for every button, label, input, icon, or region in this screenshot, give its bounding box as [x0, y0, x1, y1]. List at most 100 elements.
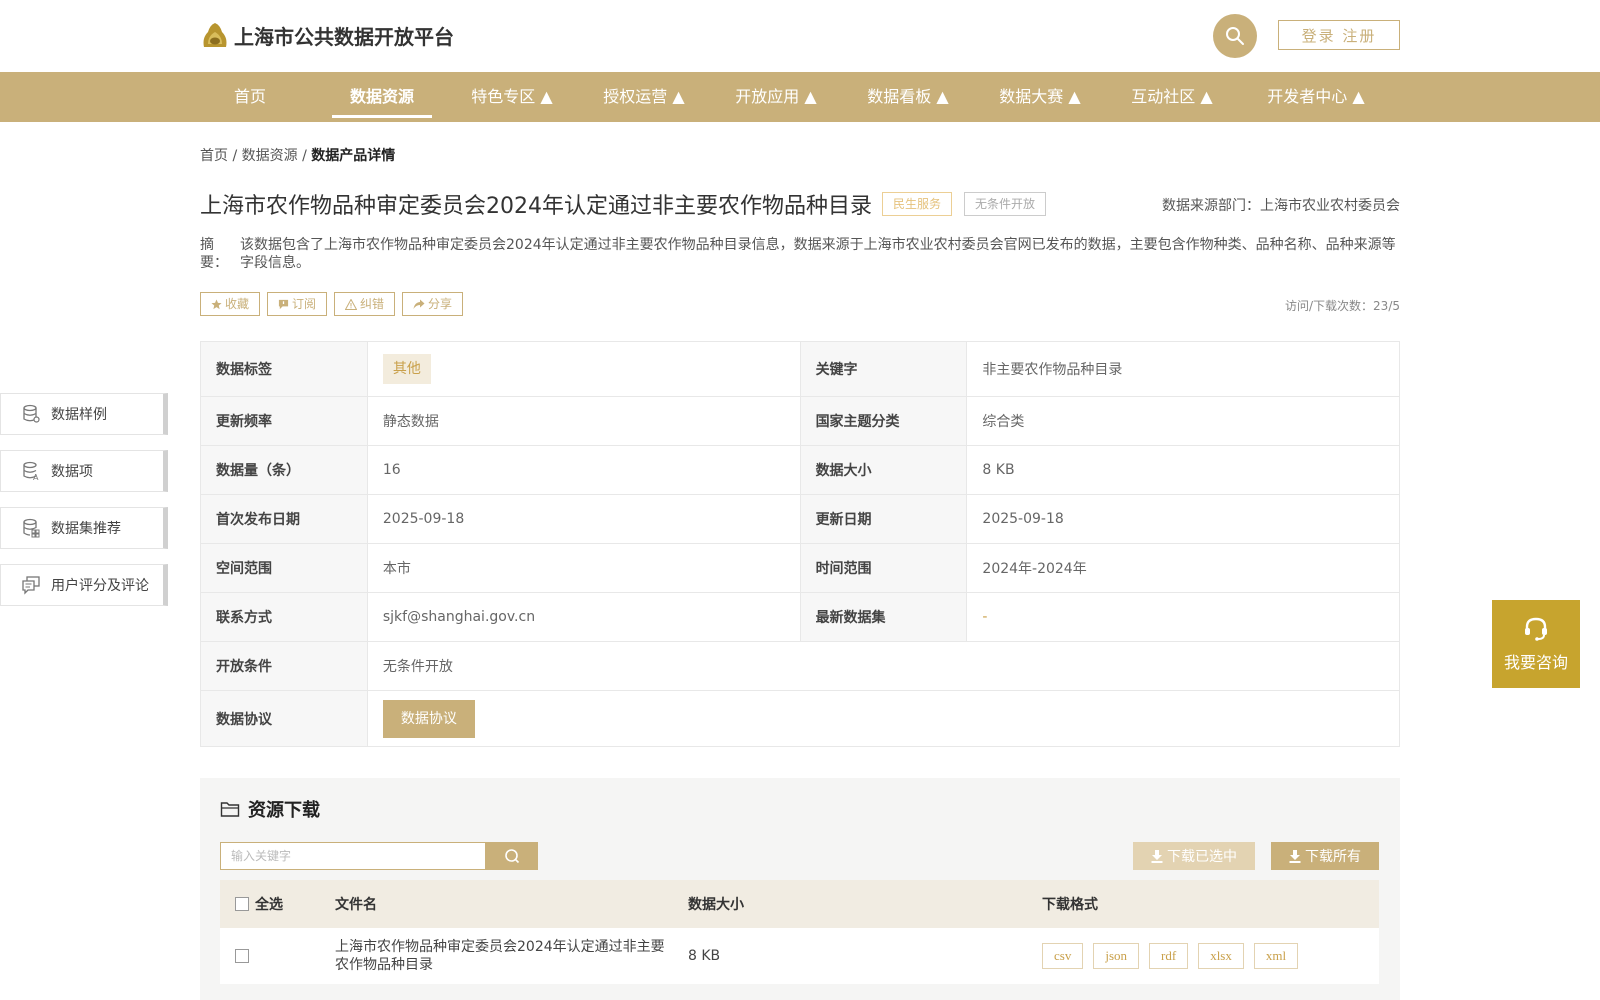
table-row: 数据标签 其他 关键字 非主要农作物品种目录	[200, 341, 1400, 397]
consult-button[interactable]: 我要咨询	[1492, 600, 1580, 688]
svg-text:A: A	[33, 473, 39, 481]
visit-download-count: 访问/下载次数：23/5	[1285, 299, 1400, 313]
keyword-search-input[interactable]: 输入关键字	[220, 842, 486, 870]
info-value: 非主要农作物品种目录	[966, 341, 1400, 397]
source-department: 数据来源部门：上海市农业农村委员会	[1162, 198, 1400, 214]
info-value: 无条件开放	[366, 641, 1401, 691]
column-header-data-size: 数据大小	[688, 897, 744, 913]
data-protocol-button[interactable]: 数据协议	[382, 699, 475, 738]
info-key: 首次发布日期	[200, 494, 368, 544]
breadcrumb-current: 数据产品详情	[311, 148, 396, 164]
nav-item-open-apps[interactable]: 开放应用 ▲	[726, 72, 826, 122]
nav-item-community[interactable]: 互动社区 ▲	[1122, 72, 1222, 122]
column-header-format: 下载格式	[1042, 897, 1098, 913]
info-key: 数据协议	[200, 690, 368, 747]
comment-icon	[22, 576, 40, 595]
format-csv-button[interactable]: csv	[1042, 943, 1084, 969]
nav-item-data-resources[interactable]: 数据资源	[332, 72, 432, 122]
sidebar-item-label: 数据样例	[51, 407, 107, 423]
data-fields-icon: A	[23, 461, 39, 481]
latest-dataset-link[interactable]: -	[982, 609, 987, 625]
favorite-label: 收藏	[225, 297, 250, 311]
sidebar-item-dataset-recommend[interactable]: 数据集推荐	[0, 507, 168, 549]
info-key: 更新频率	[200, 396, 368, 446]
site-logo[interactable]: 上海市公共数据开放平台	[200, 20, 454, 50]
info-key: 数据量（条）	[200, 445, 368, 495]
consult-label: 我要咨询	[1503, 653, 1568, 672]
file-table-header: 全选 文件名 数据大小 下载格式	[220, 880, 1379, 928]
nav-item-contest[interactable]: 数据大赛 ▲	[990, 72, 1090, 122]
share-icon	[413, 299, 425, 309]
column-header-select-all: 全选	[255, 897, 283, 913]
download-selected-label: 下载已选中	[1167, 849, 1237, 865]
subscribe-button[interactable]: 订阅	[267, 292, 328, 316]
download-selected-button[interactable]: 下载已选中	[1133, 842, 1255, 870]
open-type-badge: 无条件开放	[964, 192, 1047, 216]
info-value: 2024年-2024年	[966, 543, 1400, 593]
nav-item-home[interactable]: 首页	[200, 72, 300, 122]
sidebar-item-label: 数据项	[51, 464, 93, 480]
share-label: 分享	[428, 297, 453, 311]
dataset-abstract: 摘 要： 该数据包含了上海市农作物品种审定委员会2024年认定通过非主要农作物品…	[200, 236, 1400, 272]
abstract-text: 该数据包含了上海市农作物品种审定委员会2024年认定通过非主要农作物品种目录信息…	[240, 237, 1396, 271]
info-key: 更新日期	[799, 494, 968, 544]
subscribe-icon	[278, 299, 289, 309]
file-name: 上海市农作物品种审定委员会2024年认定通过非主要农作物品种目录	[335, 939, 665, 973]
star-icon	[211, 298, 222, 309]
format-json-button[interactable]: json	[1093, 943, 1140, 969]
site-title: 上海市公共数据开放平台	[234, 24, 454, 49]
nav-item-developer[interactable]: 开发者中心 ▲	[1254, 72, 1378, 122]
nav-item-special-zone[interactable]: 特色专区 ▲	[462, 72, 562, 122]
breadcrumb-resources[interactable]: 数据资源	[242, 148, 298, 164]
login-register-button[interactable]: 登录 注册	[1278, 20, 1400, 50]
share-button[interactable]: 分享	[402, 292, 464, 316]
table-row: 数据协议 数据协议	[200, 690, 1401, 747]
select-all-cell: 全选	[235, 880, 283, 928]
format-xml-button[interactable]: xml	[1253, 943, 1299, 969]
info-value: 2025-09-18	[366, 494, 801, 544]
dataset-title-row: 上海市农作物品种审定委员会2024年认定通过非主要农作物品种目录 民生服务 无条…	[200, 188, 1047, 220]
sidebar-item-data-sample[interactable]: 数据样例	[0, 393, 168, 435]
download-icon	[1289, 849, 1301, 863]
info-key: 开放条件	[200, 641, 368, 691]
abstract-label: 摘 要：	[200, 237, 228, 271]
info-key: 国家主题分类	[799, 396, 968, 446]
table-row: 首次发布日期 2025-09-18 更新日期 2025-09-18	[200, 494, 1400, 544]
page-title: 上海市农作物品种审定委员会2024年认定通过非主要农作物品种目录	[200, 194, 872, 219]
dataset-recommend-icon	[23, 518, 40, 538]
category-badge: 民生服务	[882, 192, 953, 216]
format-rdf-button[interactable]: rdf	[1149, 943, 1189, 969]
subscribe-label: 订阅	[292, 297, 317, 311]
nav-item-authorized-ops[interactable]: 授权运营 ▲	[594, 72, 694, 122]
info-value: 本市	[366, 543, 801, 593]
main-nav: 首页 数据资源 特色专区 ▲ 授权运营 ▲ 开放应用 ▲ 数据看板 ▲ 数据大赛…	[0, 72, 1600, 122]
keyword-search-button[interactable]	[486, 842, 538, 870]
info-value: 8 KB	[966, 445, 1400, 495]
breadcrumb: 首页 / 数据资源 / 数据产品详情	[200, 145, 395, 165]
format-list: csv json rdf xlsx xml	[1042, 928, 1308, 984]
breadcrumb-home[interactable]: 首页	[200, 148, 228, 164]
row-checkbox[interactable]	[235, 949, 249, 963]
format-xlsx-button[interactable]: xlsx	[1198, 943, 1244, 969]
info-key: 数据标签	[200, 341, 368, 397]
select-all-checkbox[interactable]	[235, 897, 249, 911]
header-search-button[interactable]	[1213, 14, 1257, 58]
info-key: 最新数据集	[799, 592, 968, 642]
nav-item-dashboard[interactable]: 数据看板 ▲	[858, 72, 958, 122]
correct-error-button[interactable]: 纠错	[334, 292, 396, 316]
download-icon	[1151, 849, 1163, 863]
correct-error-label: 纠错	[360, 297, 385, 311]
dataset-info-table: 数据标签 其他 关键字 非主要农作物品种目录 更新频率 静态数据 国家主题分类 …	[200, 341, 1401, 747]
column-header-file-name: 文件名	[335, 897, 377, 913]
site-header: 上海市公共数据开放平台 登录 注册	[0, 0, 1600, 72]
info-value-cell: 其他	[366, 341, 801, 397]
sidebar-item-ratings-comments[interactable]: 用户评分及评论	[0, 564, 168, 606]
table-row: 更新频率 静态数据 国家主题分类 综合类	[200, 396, 1400, 446]
table-row: 上海市农作物品种审定委员会2024年认定通过非主要农作物品种目录 8 KB cs…	[220, 928, 1379, 984]
info-key: 数据大小	[799, 445, 968, 495]
favorite-button[interactable]: 收藏	[200, 292, 261, 316]
sidebar-item-data-fields[interactable]: A 数据项	[0, 450, 168, 492]
download-all-button[interactable]: 下载所有	[1271, 842, 1379, 870]
data-tag-pill[interactable]: 其他	[382, 354, 431, 384]
info-value: 静态数据	[366, 396, 801, 446]
